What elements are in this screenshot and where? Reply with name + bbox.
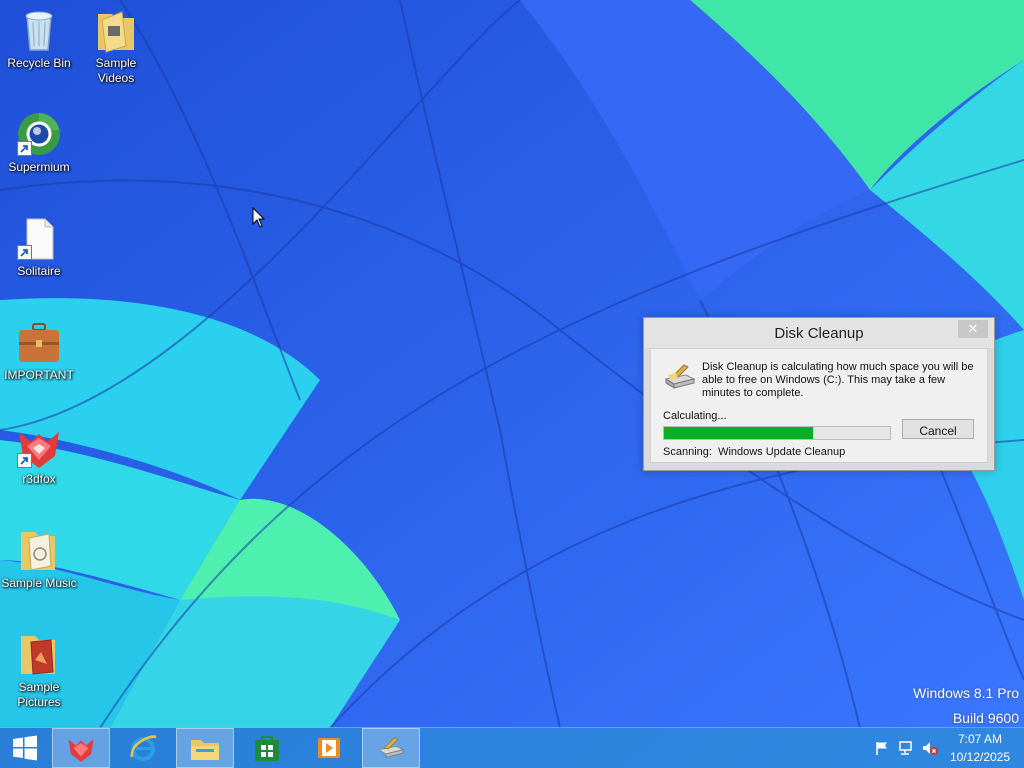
r3dfox-icon — [68, 739, 94, 762]
disk-cleanup-icon — [377, 737, 405, 758]
scanning-item: Windows Update Cleanup — [718, 446, 846, 458]
folder-videos-icon — [92, 6, 140, 54]
taskbar-disk-cleanup[interactable] — [362, 728, 420, 768]
desktop-icon-label: r3dfox — [22, 472, 56, 486]
scanning-status: Scanning: Windows Update Cleanup — [663, 446, 845, 458]
windows-build-watermark: Build 9600 — [952, 710, 1019, 726]
dialog-title: Disk Cleanup — [774, 325, 864, 342]
clock-date: 10/12/2025 — [949, 750, 1011, 764]
document-icon — [15, 214, 63, 262]
desktop-icon-important[interactable]: IMPORTANT — [0, 318, 78, 383]
network-icon[interactable] — [898, 740, 914, 756]
start-button[interactable] — [0, 728, 50, 768]
shortcut-arrow-icon — [17, 245, 32, 260]
desktop-icon-label: Supermium — [8, 160, 70, 174]
desktop-icon-label: IMPORTANT — [4, 368, 74, 382]
shortcut-arrow-icon — [17, 453, 32, 468]
desktop-icon-label: Recycle Bin — [7, 56, 71, 70]
desktop-icon-label: Sample Music — [1, 576, 77, 590]
taskbar-internet-explorer[interactable] — [114, 728, 172, 768]
desktop-icon-label: Solitaire — [17, 264, 61, 278]
desktop-icon-sample-pictures[interactable]: Sample Pictures — [0, 630, 78, 710]
desktop-icon-sample-music[interactable]: Sample Music — [0, 526, 78, 591]
folder-pictures-icon — [15, 630, 63, 678]
taskbar-file-explorer[interactable] — [176, 728, 234, 768]
progress-bar-fill — [664, 427, 814, 439]
scanning-label: Scanning: — [663, 446, 712, 458]
briefcase-icon — [15, 318, 63, 366]
close-button[interactable]: ✕ — [958, 320, 988, 338]
dialog-message: Disk Cleanup is calculating how much spa… — [702, 361, 974, 399]
progress-bar — [663, 426, 891, 440]
taskbar-store[interactable] — [238, 728, 296, 768]
desktop-icon-label: Sample Pictures — [17, 680, 61, 709]
taskbar-r3dfox[interactable] — [52, 728, 110, 768]
action-center-flag-icon[interactable] — [874, 740, 890, 756]
cancel-button[interactable]: Cancel — [902, 419, 974, 439]
status-text: Calculating... — [663, 410, 727, 422]
desktop-icon-recycle-bin[interactable]: Recycle Bin — [0, 6, 78, 71]
desktop-icon-solitaire[interactable]: Solitaire — [0, 214, 78, 279]
desktop-icon-label: Sample Videos — [95, 56, 137, 85]
desktop-icon-sample-videos[interactable]: Sample Videos — [77, 6, 155, 86]
media-player-icon — [318, 738, 340, 758]
supermium-browser-icon — [15, 110, 63, 158]
r3dfox-icon — [15, 422, 63, 470]
desktop-icon-r3dfox[interactable]: r3dfox — [0, 422, 78, 487]
file-explorer-icon — [191, 740, 219, 760]
disk-cleanup-dialog: Disk Cleanup ✕ Disk Cleanup is calculati… — [643, 317, 995, 471]
taskbar: 7:07 AM 10/12/2025 — [0, 727, 1024, 768]
dialog-body: Disk Cleanup is calculating how much spa… — [650, 348, 988, 463]
disk-cleanup-icon — [664, 364, 696, 389]
store-icon — [255, 736, 279, 761]
shortcut-arrow-icon — [17, 141, 32, 156]
recycle-bin-icon — [15, 6, 63, 54]
taskbar-media-player[interactable] — [300, 728, 358, 768]
taskbar-clock[interactable]: 7:07 AM 10/12/2025 — [936, 730, 1024, 766]
windows-edition-watermark: Windows 8.1 Pro — [913, 685, 1019, 701]
windows-logo-icon — [13, 735, 37, 761]
mouse-cursor-icon — [252, 207, 266, 228]
desktop-icon-supermium[interactable]: Supermium — [0, 110, 78, 175]
internet-explorer-icon — [130, 735, 157, 761]
folder-music-icon — [15, 526, 63, 574]
dialog-titlebar[interactable]: Disk Cleanup ✕ — [644, 318, 994, 348]
clock-time: 7:07 AM — [957, 732, 1003, 746]
